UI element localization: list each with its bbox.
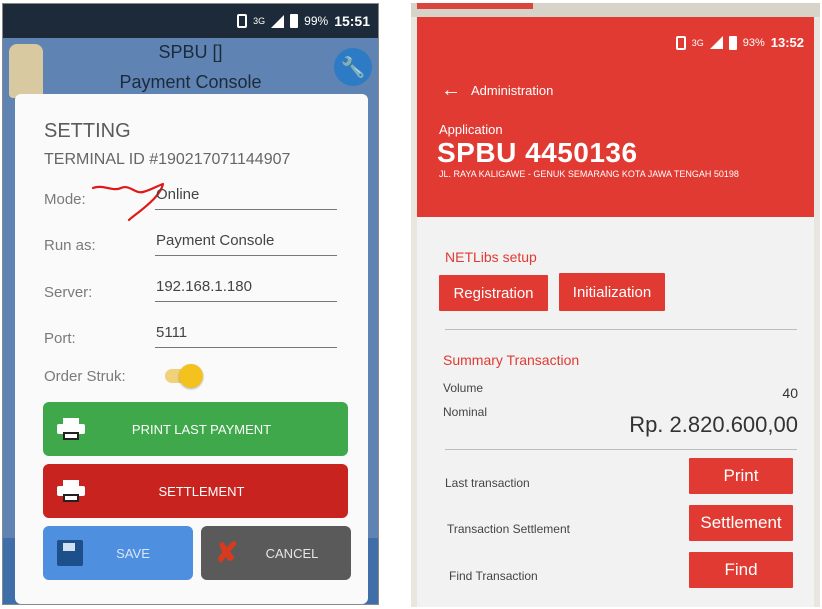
station-address: JL. RAYA KALIGAWE - GENUK SEMARANG KOTA … xyxy=(439,169,739,179)
print-last-payment-label: PRINT LAST PAYMENT xyxy=(131,421,272,437)
find-transaction-label: Find Transaction xyxy=(449,569,538,583)
printer-icon xyxy=(57,418,85,440)
vibrate-icon xyxy=(237,14,248,28)
settlement-label: SETTLEMENT xyxy=(158,483,245,499)
mode-field[interactable]: Online xyxy=(155,186,337,210)
transaction-settlement-label: Transaction Settlement xyxy=(447,522,570,536)
summary-section-title: Summary Transaction xyxy=(443,352,580,368)
terminal-id: TERMINAL ID #190217071144907 xyxy=(44,151,291,168)
save-disk-icon xyxy=(57,540,83,566)
clock: 15:51 xyxy=(334,13,370,29)
background-strip-left xyxy=(3,118,15,538)
port-field[interactable]: 5111 xyxy=(155,324,337,348)
status-bar: 3G 99% 15:51 xyxy=(3,4,378,38)
dialog-title: SETTING xyxy=(44,120,131,142)
battery-percent: 99% xyxy=(304,14,329,28)
printer-icon xyxy=(57,480,85,502)
server-field[interactable]: 192.168.1.180 xyxy=(155,278,337,302)
save-button[interactable]: SAVE xyxy=(43,526,193,580)
admin-header: 3G 93% 13:52 ← Administration Applicatio… xyxy=(417,17,814,217)
right-phone-screen: 3G 93% 13:52 ← Administration Applicatio… xyxy=(411,3,820,607)
server-label: Server: xyxy=(44,284,93,301)
settings-dialog: SETTING TERMINAL ID #190217071144907 Mod… xyxy=(15,94,368,604)
initialization-button[interactable]: Initialization xyxy=(559,273,665,311)
cancel-x-icon: ✘ xyxy=(215,537,239,568)
settlement-button[interactable]: Settlement xyxy=(689,505,793,541)
app-title-line2: Payment Console xyxy=(119,72,262,92)
phone-bezel-top xyxy=(411,3,820,17)
battery-percent: 93% xyxy=(742,36,765,49)
status-icons: 3G 99% 15:51 xyxy=(237,13,370,29)
nominal-label: Nominal xyxy=(443,405,488,419)
clock: 13:52 xyxy=(770,35,804,50)
admin-screen: 3G 93% 13:52 ← Administration Applicatio… xyxy=(417,17,814,607)
run-as-field[interactable]: Payment Console xyxy=(155,232,337,256)
mode-label: Mode: xyxy=(44,191,86,208)
cancel-button[interactable]: ✘ CANCEL xyxy=(201,526,351,580)
volume-label: Volume xyxy=(443,381,484,395)
save-label: SAVE xyxy=(116,545,150,561)
netlibs-section-title: NETLibs setup xyxy=(445,249,537,265)
run-as-label: Run as: xyxy=(44,237,96,254)
back-arrow-icon[interactable]: ← xyxy=(441,79,461,102)
signal-icon xyxy=(709,36,723,49)
cancel-label: CANCEL xyxy=(265,545,319,561)
network-type: 3G xyxy=(691,37,704,48)
status-bar: 3G 93% 13:52 xyxy=(675,35,804,50)
nav-title: Administration xyxy=(471,83,554,98)
battery-icon xyxy=(290,14,299,28)
print-last-payment-button[interactable]: PRINT LAST PAYMENT xyxy=(43,402,348,456)
order-struk-toggle-knob[interactable] xyxy=(179,364,203,388)
app-title-line1: SPBU [] xyxy=(158,42,223,62)
application-label: Application xyxy=(439,122,503,137)
section-divider xyxy=(445,329,797,330)
last-transaction-label: Last transaction xyxy=(445,476,530,490)
volume-value: 40 xyxy=(782,385,798,401)
section-divider xyxy=(445,449,797,450)
signal-icon xyxy=(271,14,285,28)
screenshot-canvas: 3G 99% 15:51 SPBU [] Payment Console 🔧 S… xyxy=(0,0,822,609)
order-struk-label: Order Struk: xyxy=(44,368,126,385)
network-type: 3G xyxy=(253,16,266,26)
station-name: SPBU 4450136 xyxy=(437,137,638,168)
vibrate-icon xyxy=(675,35,686,50)
settlement-button[interactable]: SETTLEMENT xyxy=(43,464,348,518)
port-label: Port: xyxy=(44,330,76,347)
bezel-red-line xyxy=(417,3,533,9)
battery-icon xyxy=(728,35,737,50)
registration-button[interactable]: Registration xyxy=(439,275,548,311)
find-button[interactable]: Find xyxy=(689,552,793,588)
wrench-icon[interactable]: 🔧 xyxy=(334,48,372,86)
left-phone-screen: 3G 99% 15:51 SPBU [] Payment Console 🔧 S… xyxy=(2,3,379,605)
print-button[interactable]: Print xyxy=(689,458,793,494)
nominal-value: Rp. 2.820.600,00 xyxy=(629,412,798,437)
